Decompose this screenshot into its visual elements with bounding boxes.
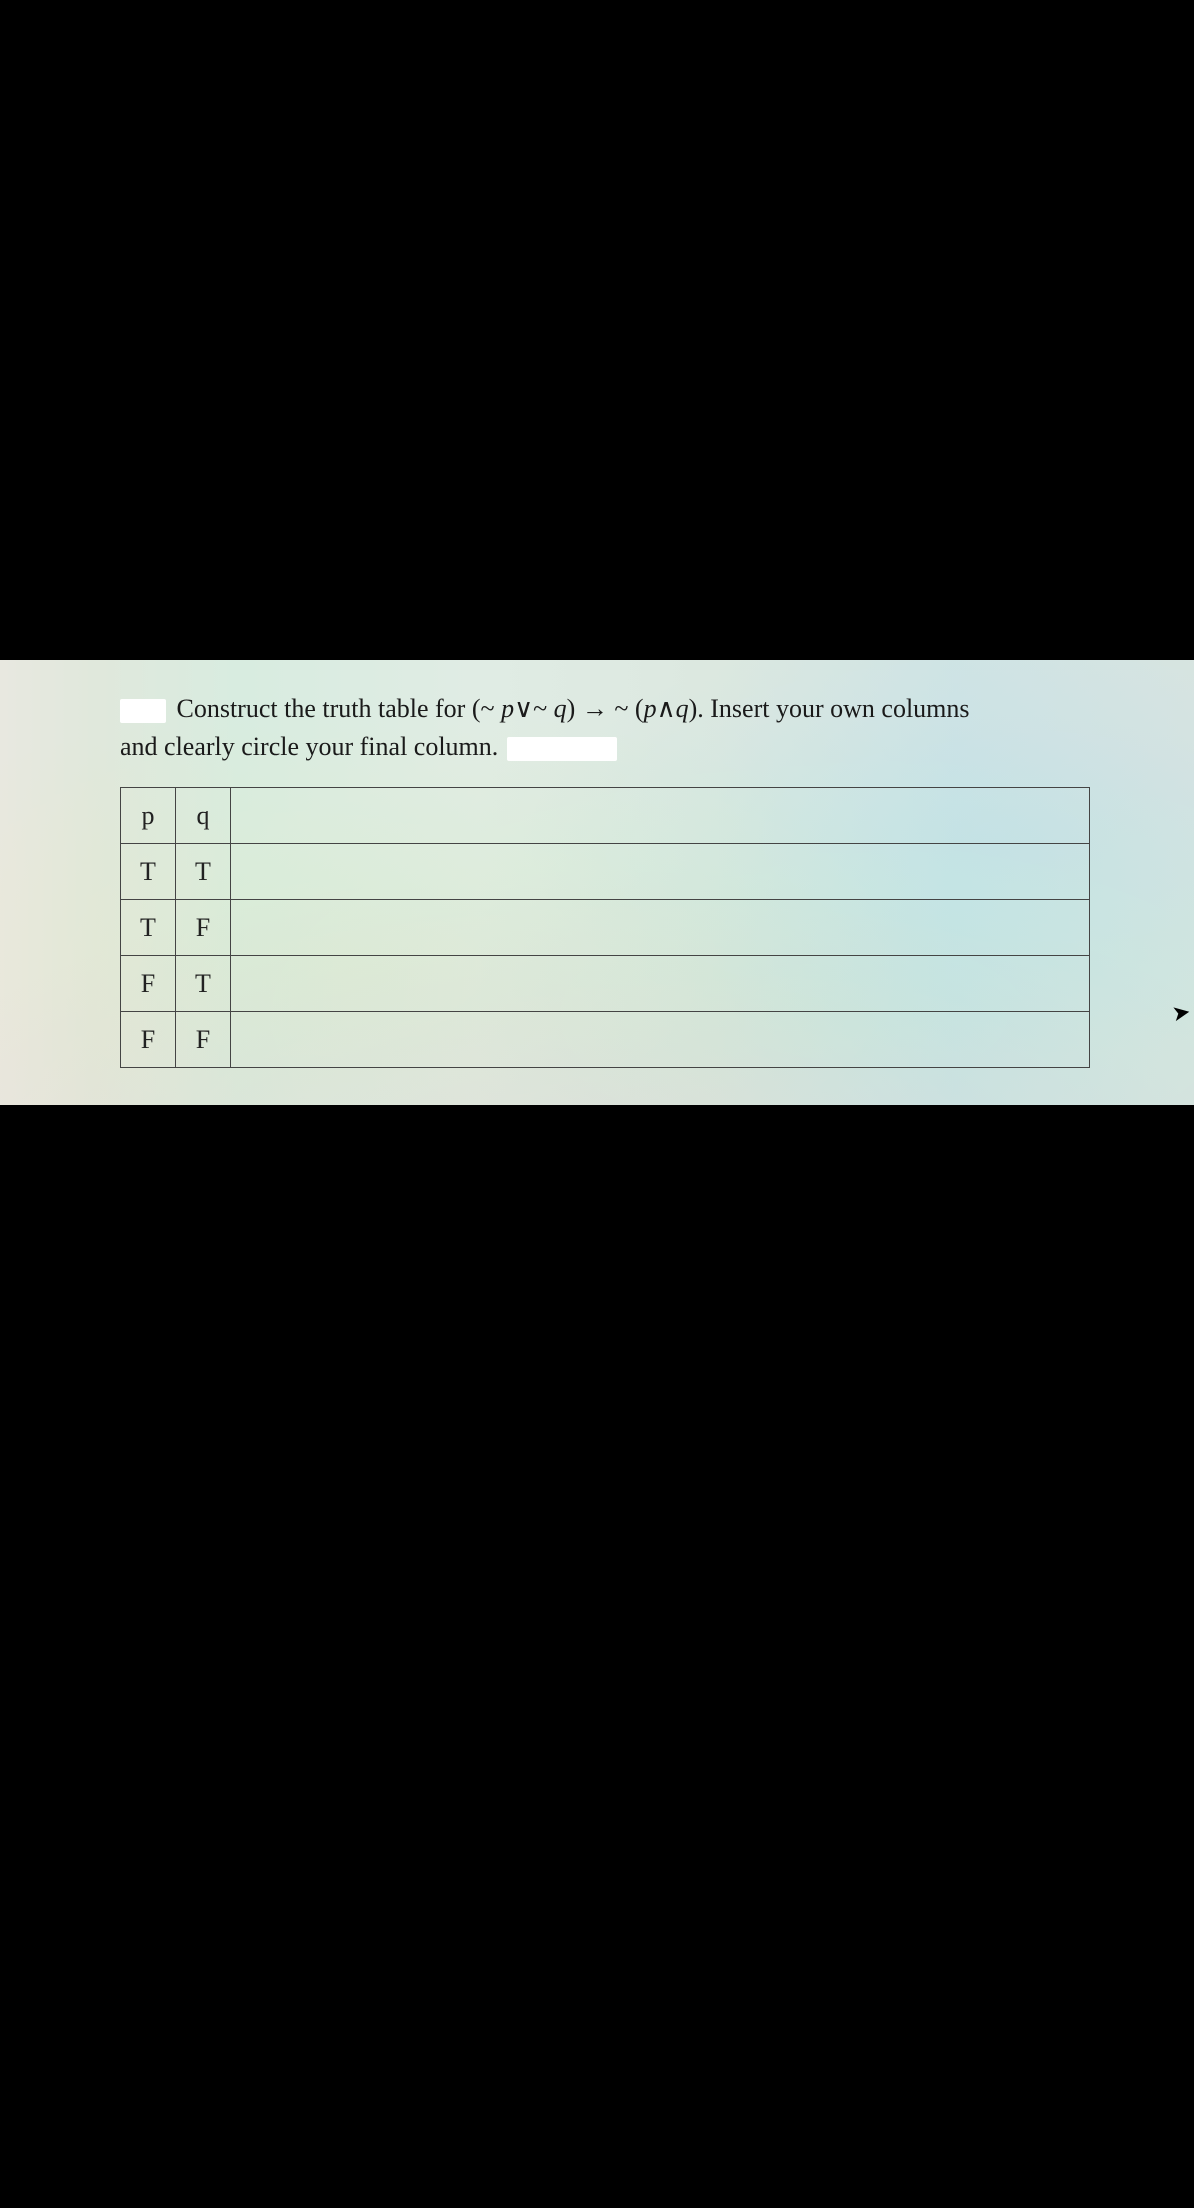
cell-q: F — [176, 900, 231, 956]
cell-p: T — [121, 844, 176, 900]
cell-blank — [231, 900, 1090, 956]
cell-blank — [231, 844, 1090, 900]
cell-q: T — [176, 956, 231, 1012]
table-header-row: p q — [121, 788, 1090, 844]
col-header-q: q — [176, 788, 231, 844]
redaction-mark — [120, 699, 166, 723]
table-row: T T — [121, 844, 1090, 900]
cell-p: F — [121, 1012, 176, 1068]
prompt-text-after: . Insert your own columns — [697, 694, 969, 723]
cell-p: T — [121, 900, 176, 956]
col-header-blank — [231, 788, 1090, 844]
redaction-mark — [507, 737, 617, 761]
logic-formula: (~ p∨~ q) → ~ (p∧q) — [472, 694, 697, 723]
cell-q: F — [176, 1012, 231, 1068]
document-photo-strip: Construct the truth table for (~ p∨~ q) … — [0, 660, 1194, 1105]
prompt-text-before: Construct the truth table for — [177, 694, 472, 723]
cell-q: T — [176, 844, 231, 900]
prompt-line-2: and clearly circle your final column. — [120, 732, 498, 761]
table-row: T F — [121, 900, 1090, 956]
truth-table: p q T T T F F T F F — [120, 787, 1090, 1068]
table-row: F F — [121, 1012, 1090, 1068]
table-row: F T — [121, 956, 1090, 1012]
cell-p: F — [121, 956, 176, 1012]
cursor-icon: ➤ — [1169, 999, 1192, 1028]
question-prompt: Construct the truth table for (~ p∨~ q) … — [120, 690, 1134, 765]
cell-blank — [231, 956, 1090, 1012]
col-header-p: p — [121, 788, 176, 844]
cell-blank — [231, 1012, 1090, 1068]
question-content: Construct the truth table for (~ p∨~ q) … — [0, 660, 1194, 1068]
